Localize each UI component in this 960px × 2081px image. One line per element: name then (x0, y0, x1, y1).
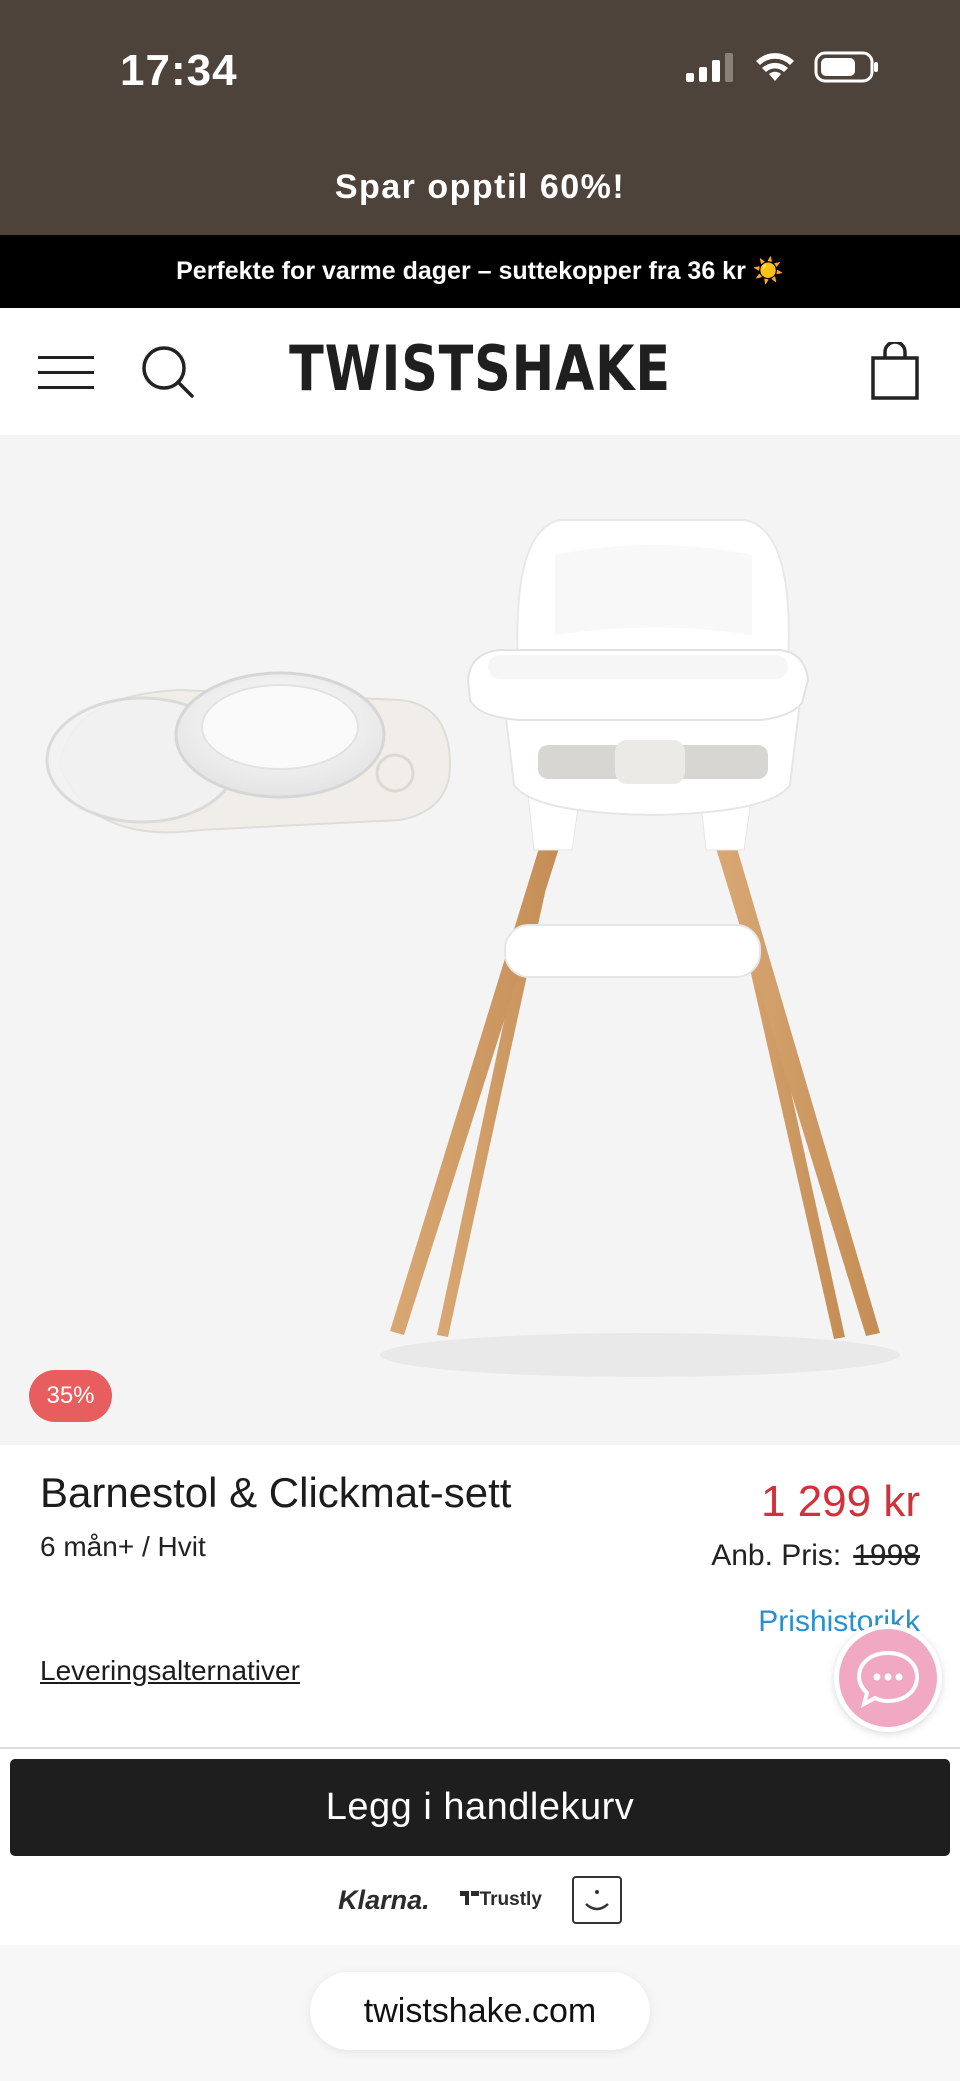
reference-price-label: Anb. Pris: (711, 1539, 842, 1572)
chat-icon (856, 1650, 920, 1709)
product-title: Barnestol & Clickmat-sett (40, 1469, 512, 1516)
trustly-logo: Trustly (459, 1889, 542, 1911)
status-icons (684, 50, 880, 84)
high-chair-illustration (45, 519, 900, 1377)
chat-button[interactable] (834, 1624, 942, 1732)
trustly-mark-icon (459, 1891, 479, 1905)
signal-icon (686, 53, 733, 82)
klarna-logo: Klarna. (338, 1884, 430, 1915)
divider (0, 1747, 960, 1749)
site-logo[interactable]: TWISTSHAKE (86, 332, 873, 405)
promo-banner[interactable]: Spar opptil 60%! (0, 140, 960, 235)
delivery-options-link[interactable]: Leveringsalternativer (40, 1655, 300, 1687)
discount-badge: 35% (29, 1370, 112, 1422)
status-bar: 17:34 (0, 0, 960, 140)
announcement-bar[interactable]: Perfekte for varme dager – suttekopper f… (0, 235, 960, 308)
product-info: Barnestol & Clickmat-sett 6 mån+ / Hvit … (0, 1445, 960, 1745)
trustly-label: Trustly (479, 1889, 542, 1910)
status-time: 17:34 (120, 46, 238, 95)
product-variant: 6 mån+ / Hvit (40, 1531, 206, 1562)
smile-icon (585, 1890, 609, 1911)
battery-icon (814, 51, 878, 83)
add-to-cart-button[interactable]: Legg i handlekurv (10, 1759, 950, 1856)
product-price: 1 299 kr (761, 1477, 920, 1526)
vipps-logo (571, 1876, 622, 1924)
reference-price-value: 1998 (853, 1539, 920, 1572)
payment-logos: Klarna. Trustly (0, 1870, 960, 1930)
wifi-icon (756, 53, 794, 81)
browser-url-pill[interactable]: twistshake.com (310, 1972, 650, 2050)
product-image[interactable] (0, 435, 960, 1445)
site-header: TWISTSHAKE (0, 308, 960, 435)
reference-price: Anb. Pris: 1998 (711, 1539, 920, 1573)
cart-icon[interactable] (870, 340, 920, 402)
